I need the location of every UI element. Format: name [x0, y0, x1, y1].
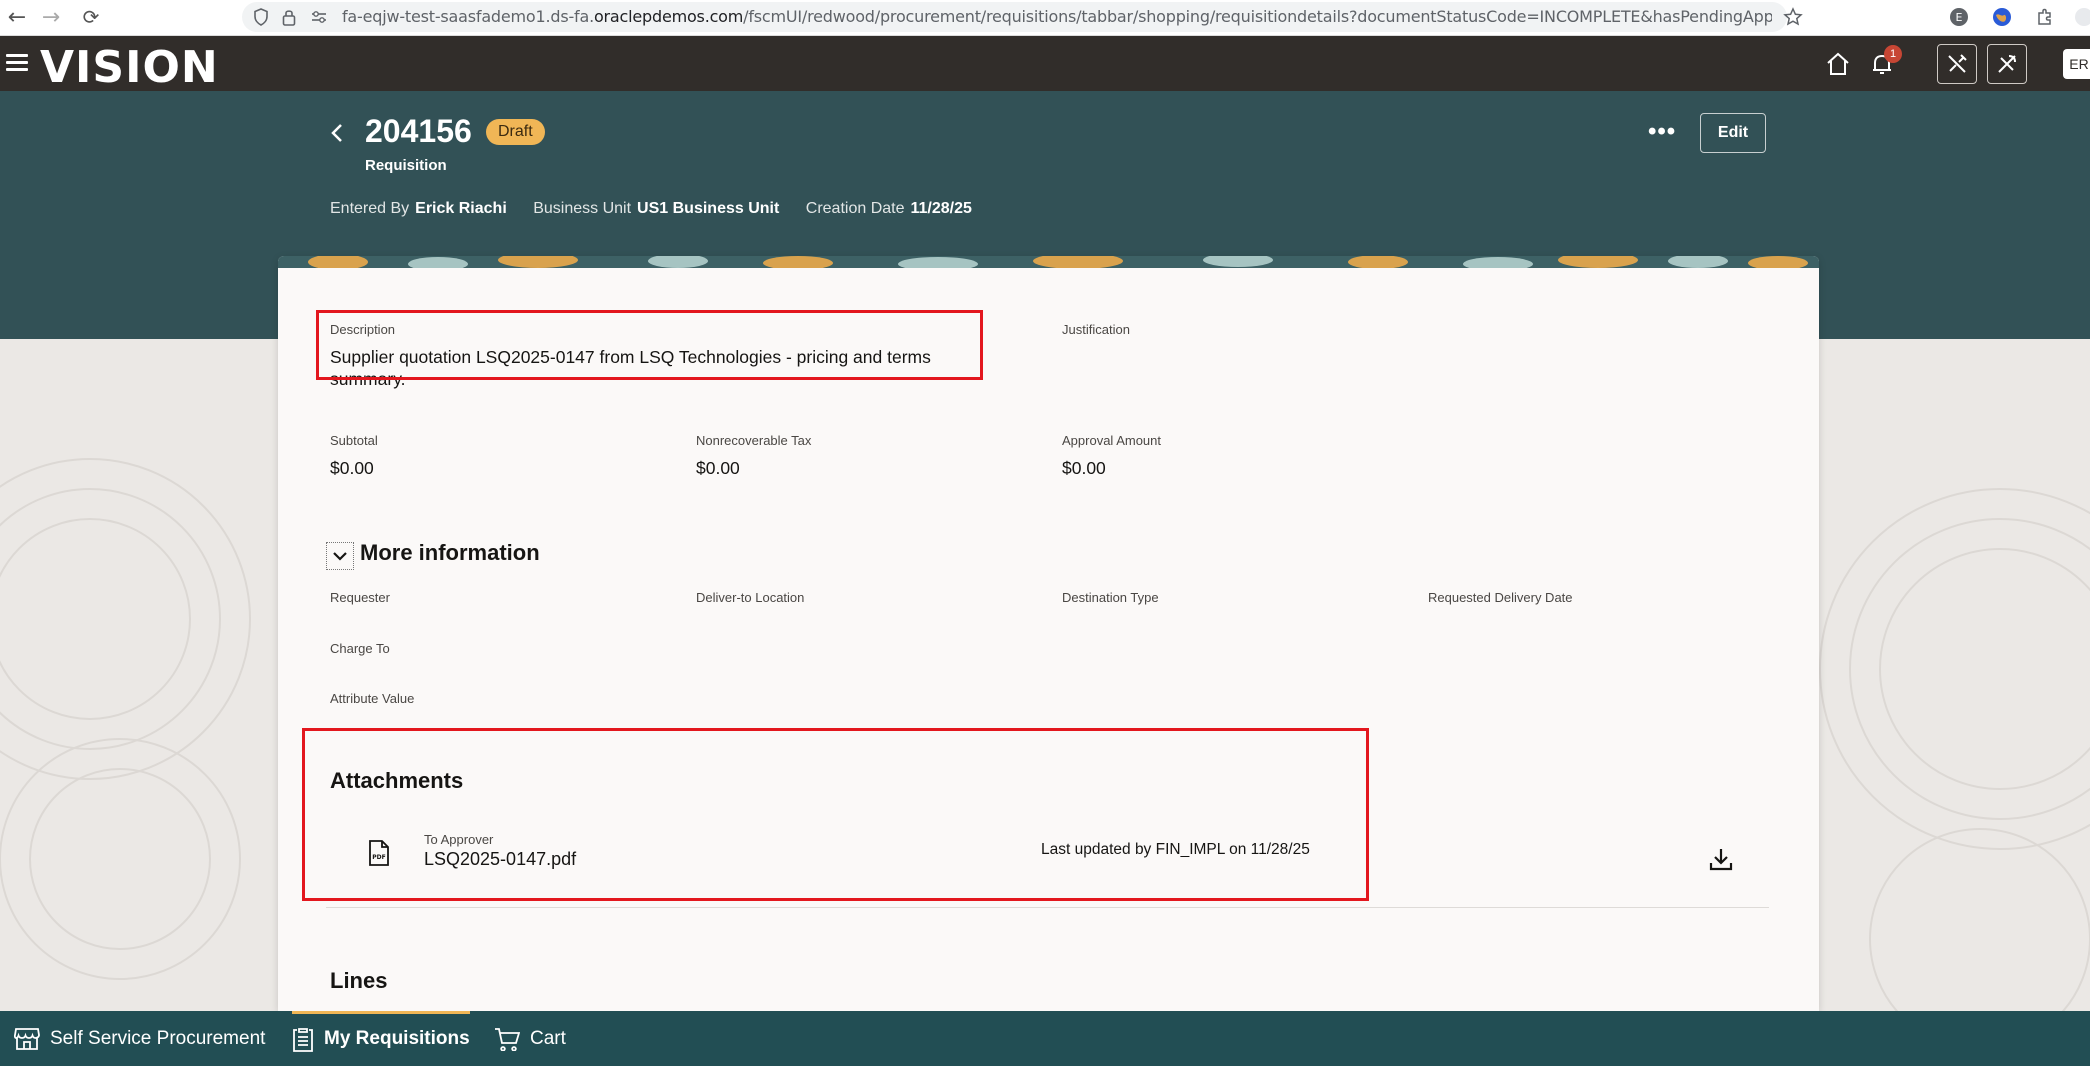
lines-heading: Lines: [330, 968, 388, 993]
cart-icon: [494, 1027, 520, 1051]
svg-text:E: E: [1956, 11, 1963, 24]
tab-label: Self Service Procurement: [50, 1027, 266, 1049]
more-actions-button[interactable]: •••: [1648, 118, 1676, 148]
home-icon[interactable]: [1822, 48, 1854, 80]
attribute-value-field: Attribute Value: [330, 691, 414, 706]
site-settings-icon[interactable]: [308, 6, 330, 28]
tools-icon-button[interactable]: [1937, 44, 1977, 84]
charge-to-field: Charge To: [330, 641, 390, 656]
destination-type-field: Destination Type: [1062, 590, 1159, 605]
requested-delivery-date-label: Requested Delivery Date: [1428, 590, 1573, 605]
browser-toolbar: ← → ⟳ fa-eqjw-test-saasfademo1.ds-fa.ora…: [0, 0, 2090, 36]
vision-logo[interactable]: VISION: [40, 42, 219, 93]
attachment-item[interactable]: PDF To Approver LSQ2025-0147.pdf Last up…: [368, 832, 1778, 888]
justification-field: Justification: [1062, 322, 1130, 337]
requisition-details-card: Description Supplier quotation LSQ2025-0…: [278, 256, 1819, 1011]
attachments-divider: [326, 907, 1769, 908]
requester-label: Requester: [330, 590, 390, 605]
attachment-category: To Approver: [424, 832, 494, 847]
attribute-value-label: Attribute Value: [330, 691, 415, 706]
attachment-file-name[interactable]: LSQ2025-0147.pdf: [424, 849, 576, 870]
justification-label: Justification: [1062, 322, 1130, 337]
requisition-type-label: Requisition: [365, 157, 447, 174]
approval-amount-field: Approval Amount $0.00: [1062, 433, 1161, 479]
subtotal-label: Subtotal: [330, 433, 378, 448]
tab-cart[interactable]: Cart: [494, 1011, 566, 1066]
creation-date-label: Creation Date: [805, 200, 905, 217]
tab-my-requisitions[interactable]: My Requisitions: [292, 1011, 470, 1066]
browser-profile-icon[interactable]: [2070, 6, 2090, 28]
approval-amount-value: $0.00: [1062, 458, 1106, 478]
description-highlight-box: [316, 310, 983, 380]
chevron-down-icon: [333, 552, 347, 561]
tab-self-service-procurement[interactable]: Self Service Procurement: [14, 1011, 265, 1066]
browser-forward-icon[interactable]: →: [38, 4, 64, 30]
business-unit-value: US1 Business Unit: [637, 200, 780, 217]
requisition-number: 204156: [365, 113, 472, 149]
user-avatar[interactable]: ER: [2063, 49, 2090, 79]
bookmark-star-icon[interactable]: [1782, 6, 1804, 28]
hamburger-menu-icon[interactable]: [6, 54, 28, 72]
deliver-to-field: Deliver-to Location: [696, 590, 804, 605]
back-chevron-icon[interactable]: [326, 118, 350, 148]
notification-badge: 1: [1884, 45, 1902, 63]
requested-delivery-date-field: Requested Delivery Date: [1428, 590, 1573, 605]
entered-by-value: Erick Riachi: [415, 200, 507, 217]
app-header: VISION: [0, 36, 2090, 93]
nonrecoverable-tax-field: Nonrecoverable Tax $0.00: [696, 433, 811, 479]
browser-back-icon[interactable]: ←: [4, 4, 30, 30]
nonrecoverable-tax-label: Nonrecoverable Tax: [696, 433, 812, 448]
charge-to-label: Charge To: [330, 641, 390, 656]
store-icon: [14, 1027, 40, 1051]
tab-label: Cart: [530, 1027, 566, 1049]
subtotal-field: Subtotal $0.00: [330, 433, 378, 479]
tab-label: My Requisitions: [324, 1027, 470, 1049]
download-button[interactable]: [1708, 846, 1734, 872]
download-arrow-icon: [1709, 849, 1733, 871]
subtotal-value: $0.00: [330, 458, 374, 478]
browser-reload-icon[interactable]: ⟳: [78, 4, 104, 30]
deliver-to-label: Deliver-to Location: [696, 590, 805, 605]
destination-type-label: Destination Type: [1062, 590, 1159, 605]
extensions-puzzle-icon[interactable]: [2034, 6, 2056, 28]
lock-icon[interactable]: [278, 6, 300, 28]
pdf-file-icon: PDF: [368, 840, 390, 871]
nonrecoverable-tax-value: $0.00: [696, 458, 740, 478]
edit-button[interactable]: Edit: [1700, 113, 1766, 153]
business-unit-label: Business Unit: [533, 200, 632, 217]
more-information-heading[interactable]: More information: [360, 540, 540, 566]
extension-globe-icon[interactable]: [1991, 6, 2013, 28]
extension-e-icon[interactable]: E: [1948, 6, 1970, 28]
clipboard-icon: [292, 1026, 314, 1052]
settings-tool-icon-button[interactable]: [1987, 44, 2027, 84]
url-text[interactable]: fa-eqjw-test-saasfademo1.ds-fa.oraclepde…: [342, 7, 1772, 26]
attachments-heading: Attachments: [330, 768, 464, 793]
attachment-updated-info: Last updated by FIN_IMPL on 11/28/25: [1041, 841, 1310, 858]
approval-amount-label: Approval Amount: [1062, 433, 1162, 448]
svg-text:PDF: PDF: [372, 854, 385, 861]
entered-by-label: Entered By: [330, 200, 410, 217]
requisition-meta: Entered By Erick Riachi Business Unit US1 …: [330, 200, 994, 218]
card-decoration: [278, 256, 1819, 268]
requester-field: Requester: [330, 590, 390, 605]
more-information-toggle[interactable]: [326, 542, 354, 570]
status-badge: Draft: [486, 119, 545, 145]
creation-date-value: 11/28/25: [910, 200, 972, 217]
shield-icon[interactable]: [250, 6, 272, 28]
bottom-tab-bar: Self Service Procurement My Requisitions…: [0, 1011, 2090, 1066]
